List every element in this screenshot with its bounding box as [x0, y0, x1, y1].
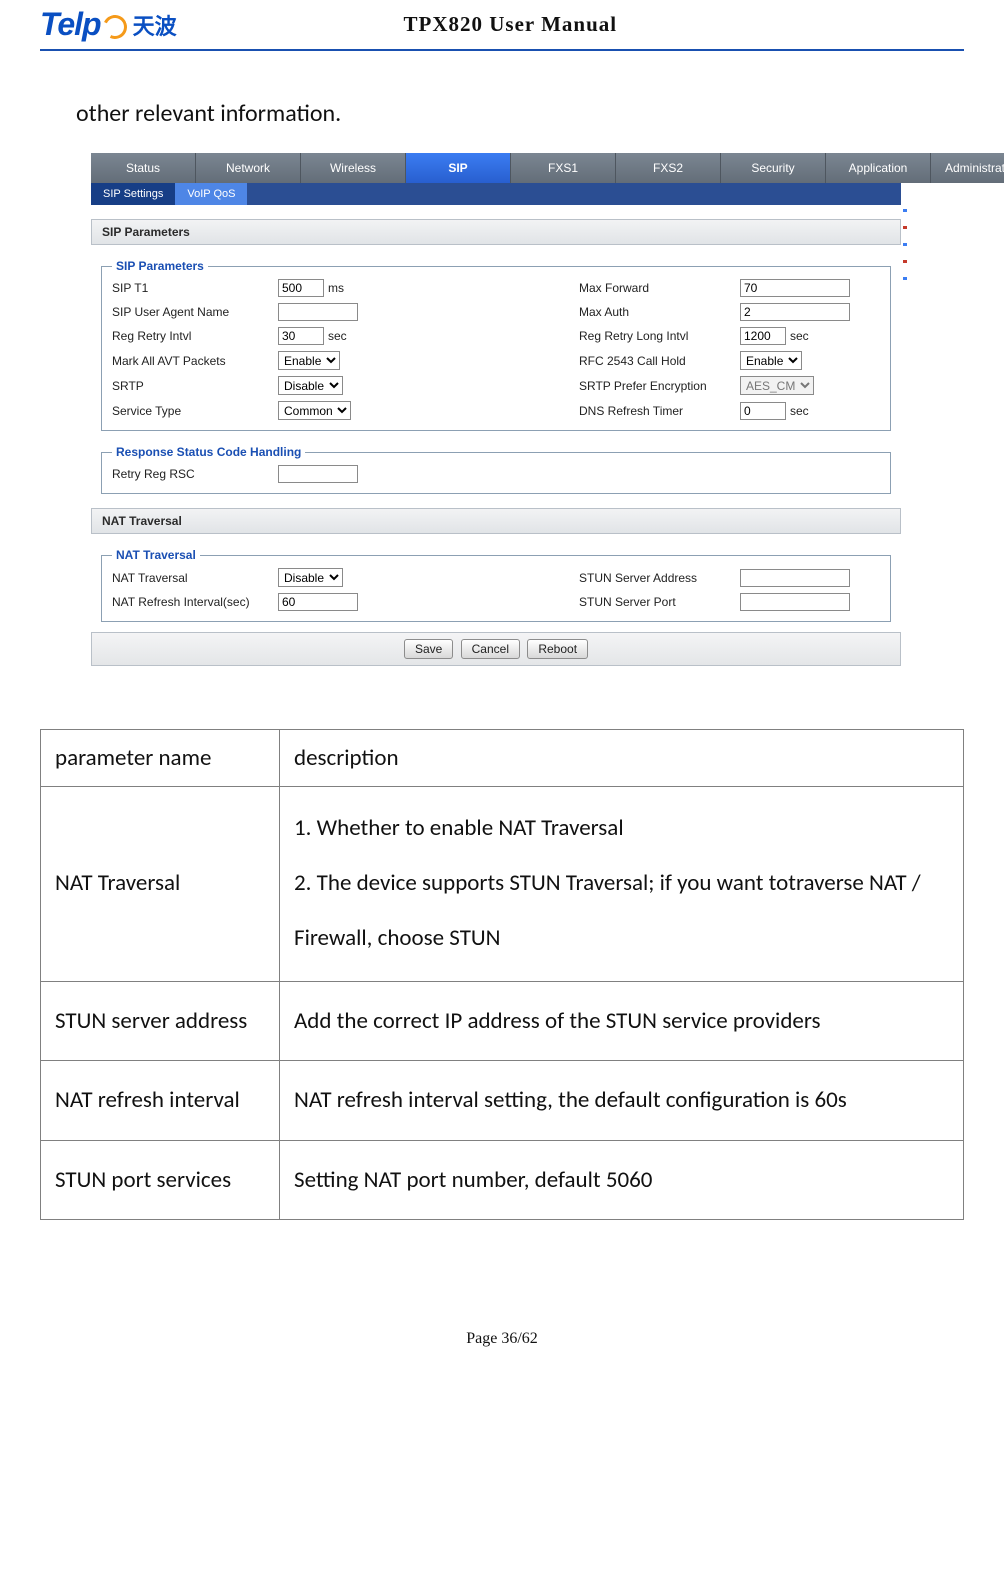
label: Reg Retry Intvl [112, 329, 272, 343]
legend-nat-traversal: NAT Traversal [112, 548, 200, 562]
table-row: NAT Traversal1. Whether to enable NAT Tr… [41, 787, 964, 982]
tab-application[interactable]: Application [826, 153, 931, 183]
label: STUN Server Address [579, 571, 734, 585]
field-sip-user-agent-name[interactable] [278, 303, 358, 321]
save-button[interactable]: Save [404, 639, 453, 659]
label: Max Forward [579, 281, 734, 295]
intro-text: other relevant information. [76, 99, 964, 128]
label: NAT Traversal [112, 571, 272, 585]
label: Mark All AVT Packets [112, 354, 272, 368]
field-srtp-prefer-encryption: AES_CM [740, 376, 814, 395]
tab-wireless[interactable]: Wireless [301, 153, 406, 183]
section-bar-nat-traversal: NAT Traversal [91, 508, 901, 534]
field-service-type[interactable]: Common [278, 401, 351, 420]
field-nat-traversal[interactable]: Disable [278, 568, 343, 587]
subtab-sip-settings[interactable]: SIP Settings [91, 183, 175, 205]
field-reg-retry-intvl[interactable] [278, 327, 324, 345]
field-stun-server-port[interactable] [740, 593, 850, 611]
main-tabbar: StatusNetworkWirelessSIPFXS1FXS2Security… [91, 153, 901, 183]
table-row: NAT refresh intervalNAT refresh interval… [41, 1061, 964, 1141]
reboot-button[interactable]: Reboot [527, 639, 588, 659]
field-reg-retry-long-intvl[interactable] [740, 327, 786, 345]
field-rfc-2543-call-hold[interactable]: Enable [740, 351, 802, 370]
tab-fxs1[interactable]: FXS1 [511, 153, 616, 183]
cell-param: NAT Traversal [41, 787, 280, 982]
section-bar-sip-parameters: SIP Parameters [91, 219, 901, 245]
label: Reg Retry Long Intvl [579, 329, 734, 343]
cell-desc: 1. Whether to enable NAT Traversal2. The… [280, 787, 964, 982]
table-header-param: parameter name [41, 730, 280, 787]
table-row: STUN port servicesSetting NAT port numbe… [41, 1140, 964, 1220]
tab-network[interactable]: Network [196, 153, 301, 183]
label: RFC 2543 Call Hold [579, 354, 734, 368]
button-bar: Save Cancel Reboot [91, 632, 901, 666]
field-stun-server-address[interactable] [740, 569, 850, 587]
settings-screenshot: StatusNetworkWirelessSIPFXS1FXS2Security… [90, 152, 902, 667]
table-row: STUN server addressAdd the correct IP ad… [41, 981, 964, 1061]
cell-desc: NAT refresh interval setting, the defaul… [280, 1061, 964, 1141]
field-mark-all-avt-packets[interactable]: Enable [278, 351, 340, 370]
label-retry-reg-rsc: Retry Reg RSC [112, 467, 272, 481]
tab-security[interactable]: Security [721, 153, 826, 183]
label: SRTP Prefer Encryption [579, 379, 734, 393]
doc-title: TPX820 User Manual [57, 12, 964, 37]
header-rule [40, 49, 964, 51]
crop-artifact [903, 209, 907, 389]
legend-sip-parameters: SIP Parameters [112, 259, 208, 273]
cell-param: STUN port services [41, 1140, 280, 1220]
parameter-table: parameter name description NAT Traversal… [40, 729, 964, 1220]
group-sip-parameters: SIP Parameters SIP T1msMax ForwardSIP Us… [101, 259, 891, 431]
field-max-forward[interactable] [740, 279, 850, 297]
field-nat-refresh-interval-sec-[interactable] [278, 593, 358, 611]
cell-desc: Add the correct IP address of the STUN s… [280, 981, 964, 1061]
label: Max Auth [579, 305, 734, 319]
tab-status[interactable]: Status [91, 153, 196, 183]
label: DNS Refresh Timer [579, 404, 734, 418]
cancel-button[interactable]: Cancel [461, 639, 520, 659]
label: SIP T1 [112, 281, 272, 295]
label: Service Type [112, 404, 272, 418]
label: SRTP [112, 379, 272, 393]
subtab-voip-qos[interactable]: VoIP QoS [175, 183, 247, 205]
cell-param: NAT refresh interval [41, 1061, 280, 1141]
label: NAT Refresh Interval(sec) [112, 595, 272, 609]
cell-param: STUN server address [41, 981, 280, 1061]
field-max-auth[interactable] [740, 303, 850, 321]
sub-tabbar: SIP SettingsVoIP QoS [91, 183, 901, 205]
table-header-desc: description [280, 730, 964, 787]
label: STUN Server Port [579, 595, 734, 609]
label: SIP User Agent Name [112, 305, 272, 319]
field-sip-t1[interactable] [278, 279, 324, 297]
field-srtp[interactable]: Disable [278, 376, 343, 395]
tab-sip[interactable]: SIP [406, 153, 511, 183]
input-retry-reg-rsc[interactable] [278, 465, 358, 483]
page-footer: Page 36/62 [40, 1330, 964, 1348]
doc-header: Telp 天波 TPX820 User Manual [40, 0, 964, 43]
tab-fxs2[interactable]: FXS2 [616, 153, 721, 183]
field-dns-refresh-timer[interactable] [740, 402, 786, 420]
tab-administration[interactable]: Administration [931, 153, 1004, 183]
group-response-status-code: Response Status Code Handling Retry Reg … [101, 445, 891, 494]
legend-rsc: Response Status Code Handling [112, 445, 305, 459]
cell-desc: Setting NAT port number, default 5060 [280, 1140, 964, 1220]
group-nat-traversal: NAT Traversal NAT Traversal Disable STUN S… [101, 548, 891, 622]
